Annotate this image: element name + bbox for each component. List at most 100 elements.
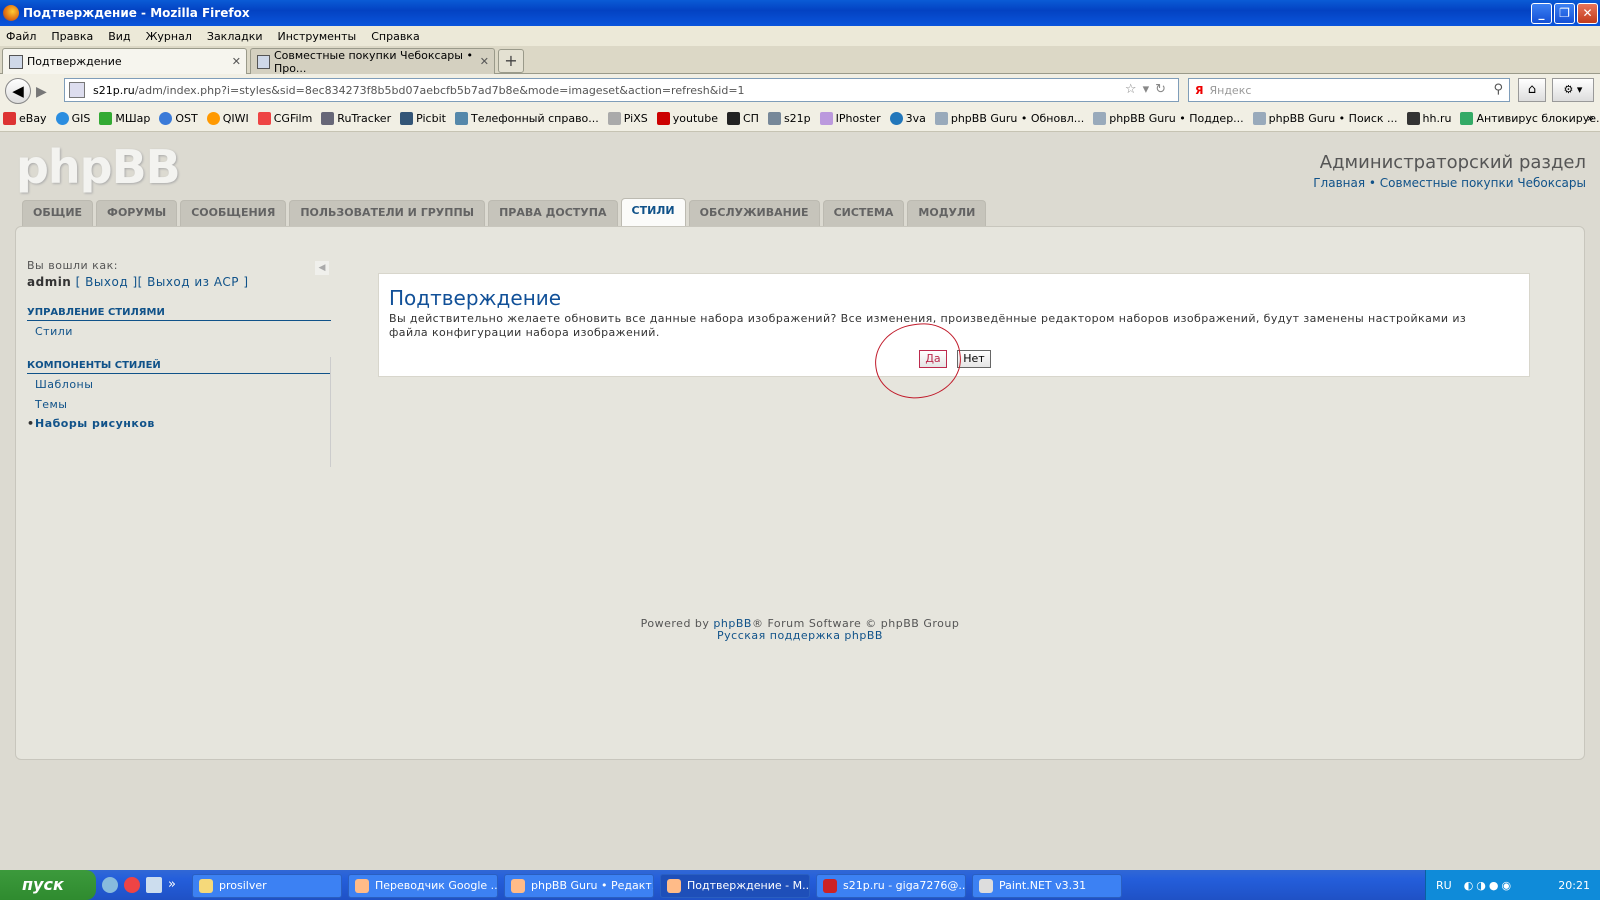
russian-support-link[interactable]: Русская поддержка phpBB — [717, 629, 883, 642]
language-indicator[interactable]: RU — [1436, 879, 1452, 892]
bookmark-hh[interactable]: hh.ru — [1406, 112, 1451, 125]
tab-forums[interactable]: ФОРУМЫ — [96, 200, 178, 226]
no-button[interactable]: Нет — [957, 350, 991, 368]
acp-breadcrumb-links[interactable]: Главная • Совместные покупки Чебоксары — [1313, 176, 1586, 190]
tab-styles[interactable]: СТИЛИ — [620, 198, 686, 226]
tab-maintenance[interactable]: ОБСЛУЖИВАНИЕ — [688, 200, 820, 226]
bookmark-label: phpBB Guru • Поддер... — [1109, 112, 1244, 125]
phpbb-logo[interactable]: phpBB — [16, 140, 181, 194]
ie-icon[interactable] — [102, 877, 118, 893]
menu-view[interactable]: Вид — [108, 30, 130, 43]
chevron-right-icon[interactable]: » — [168, 877, 176, 893]
close-tab-icon[interactable]: ✕ — [480, 55, 489, 68]
taskbar-item-phpbbguru[interactable]: phpBB Guru • Редакт... — [504, 874, 654, 898]
taskbar-label: s21p.ru - giga7276@... — [843, 879, 966, 892]
bookmark-3va[interactable]: 3va — [889, 112, 926, 125]
taskbar-item-prosilver[interactable]: prosilver — [192, 874, 342, 898]
iphoster-icon — [819, 112, 833, 125]
phpbb-guru-icon — [934, 112, 948, 125]
menu-history[interactable]: Журнал — [146, 30, 192, 43]
close-button[interactable]: ✕ — [1577, 3, 1598, 24]
new-tab-button[interactable]: + — [498, 49, 524, 73]
bookmark-phone[interactable]: Телефонный справо... — [454, 112, 599, 125]
taskbar-label: Переводчик Google ... — [375, 879, 498, 892]
bookmark-s21p[interactable]: s21p — [767, 112, 811, 125]
menu-help[interactable]: Справка — [371, 30, 419, 43]
tab-label: Подтверждение — [27, 55, 122, 68]
address-bar[interactable]: s21p.ru/adm/index.php?i=styles&sid=8ec83… — [64, 78, 1179, 102]
back-button[interactable]: ◀ — [5, 78, 31, 104]
chevron-right-icon[interactable]: » — [1587, 111, 1594, 125]
taskbar-item-translator[interactable]: Переводчик Google ... — [348, 874, 498, 898]
qiwi-icon — [206, 112, 220, 125]
logout-acp-link[interactable]: Выход из ACP — [147, 275, 239, 289]
menu-edit[interactable]: Правка — [51, 30, 93, 43]
desktop-icon[interactable] — [146, 877, 162, 893]
addon-button[interactable]: ⚙ ▾ — [1552, 78, 1594, 102]
tray-icons[interactable]: ◐◑●◉ — [1464, 879, 1514, 892]
start-button[interactable]: пуск — [0, 870, 96, 900]
tab-permissions[interactable]: ПРАВА ДОСТУПА — [488, 200, 618, 226]
search-input[interactable]: Я Яндекс ⚲ — [1188, 78, 1510, 102]
restore-button[interactable]: ❐ — [1554, 3, 1575, 24]
tab-bar: Подтверждение ✕ Совместные покупки Чебок… — [0, 46, 1600, 75]
search-icon[interactable]: ⚲ — [1493, 82, 1503, 97]
bookmark-cgfilm[interactable]: CGFilm — [257, 112, 312, 125]
tab-users-groups[interactable]: ПОЛЬЗОВАТЕЛИ И ГРУППЫ — [289, 200, 486, 226]
close-tab-icon[interactable]: ✕ — [232, 55, 241, 68]
site-identity-icon[interactable] — [69, 82, 85, 98]
bookmark-sp[interactable]: СП — [727, 112, 759, 125]
phpbb-guru-icon — [1093, 112, 1107, 125]
bookmark-phpbbguru-support[interactable]: phpBB Guru • Поддер... — [1093, 112, 1244, 125]
bookmark-star-icon[interactable]: ☆▾↻ — [1125, 82, 1172, 97]
tab-joint-purchases[interactable]: Совместные покупки Чебоксары • Про... ✕ — [250, 48, 495, 75]
bookmark-iphoster[interactable]: IPhoster — [819, 112, 881, 125]
menu-tools[interactable]: Инструменты — [278, 30, 357, 43]
sidebar-item-imagesets[interactable]: Наборы рисунков — [27, 417, 155, 430]
menu-bookmarks[interactable]: Закладки — [207, 30, 263, 43]
sidebar-item-templates[interactable]: Шаблоны — [35, 378, 93, 391]
bookmark-ost[interactable]: OST — [159, 112, 198, 125]
chrome-icon[interactable] — [124, 877, 140, 893]
sidebar-item-styles[interactable]: Стили — [35, 325, 73, 338]
tab-posts[interactable]: СООБЩЕНИЯ — [180, 200, 287, 226]
tab-general[interactable]: ОБЩИЕ — [22, 200, 94, 226]
bookmark-youtube[interactable]: youtube — [656, 112, 718, 125]
search-placeholder: Яндекс — [1209, 83, 1252, 97]
s21p-icon — [767, 112, 781, 125]
menu-file[interactable]: Файл — [6, 30, 36, 43]
bookmark-gis[interactable]: GIS — [55, 112, 90, 125]
bookmark-pixs[interactable]: PiXS — [607, 112, 648, 125]
bookmark-label: 3va — [905, 112, 926, 125]
taskbar-item-paintnet[interactable]: Paint.NET v3.31 — [972, 874, 1122, 898]
sp-icon — [727, 112, 740, 125]
yandex-icon[interactable]: Я — [1195, 84, 1203, 97]
bookmark-phpbbguru-update[interactable]: phpBB Guru • Обновл... — [934, 112, 1084, 125]
user-line: admin [ Выход ][ Выход из ACP ] — [27, 275, 249, 289]
firefox-icon — [667, 879, 681, 893]
sidebar-item-themes[interactable]: Темы — [35, 398, 67, 411]
bookmark-label: QIWI — [222, 112, 249, 125]
bookmark-ebay[interactable]: eBay — [3, 112, 47, 125]
bookmark-picbit[interactable]: Picbit — [400, 112, 446, 125]
bookmark-mshar[interactable]: МШар — [99, 112, 150, 125]
tab-label: Совместные покупки Чебоксары • Про... — [273, 48, 473, 75]
taskbar-item-confirmation[interactable]: Подтверждение - M... — [660, 874, 810, 898]
tab-modules[interactable]: МОДУЛИ — [907, 200, 987, 226]
bookmark-rutracker[interactable]: RuTracker — [321, 112, 391, 125]
minimize-button[interactable]: _ — [1531, 3, 1552, 24]
taskbar-item-filezilla[interactable]: s21p.ru - giga7276@... — [816, 874, 966, 898]
acp-title: Администраторский раздел — [1319, 152, 1586, 173]
tab-confirmation[interactable]: Подтверждение ✕ — [2, 48, 247, 74]
home-button[interactable]: ⌂ — [1518, 78, 1546, 102]
confirmation-box: Подтверждение Вы действительно желаете о… — [378, 273, 1530, 404]
taskbar-label: phpBB Guru • Редакт... — [531, 879, 654, 892]
paint-icon — [979, 879, 993, 893]
tab-system[interactable]: СИСТЕМА — [822, 200, 905, 226]
logout-link[interactable]: Выход — [85, 275, 128, 289]
collapse-sidebar-icon[interactable]: ◀ — [315, 261, 329, 275]
bookmark-antivirus[interactable]: Антивирус блокируе... — [1460, 112, 1600, 125]
forward-button[interactable]: ▶ — [36, 84, 47, 100]
bookmark-phpbbguru-search[interactable]: phpBB Guru • Поиск ... — [1252, 112, 1398, 125]
bookmark-qiwi[interactable]: QIWI — [206, 112, 249, 125]
